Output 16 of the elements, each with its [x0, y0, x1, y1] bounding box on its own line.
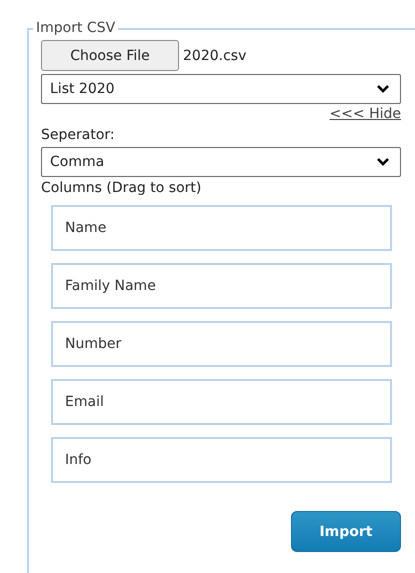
chevron-down-icon [376, 84, 390, 94]
column-item[interactable]: Info [51, 437, 392, 483]
column-item[interactable]: Email [51, 379, 392, 425]
list-select[interactable]: List 2020 [41, 74, 401, 104]
panel-legend: Import CSV [33, 19, 118, 37]
column-item[interactable]: Family Name [51, 263, 392, 309]
separator-label: Seperator: [41, 126, 116, 144]
hide-link[interactable]: <<< Hide [329, 104, 401, 124]
column-item[interactable]: Number [51, 321, 392, 367]
choose-file-button[interactable]: Choose File [41, 40, 179, 71]
file-name: 2020.csv [183, 48, 246, 64]
import-button[interactable]: Import [291, 511, 401, 552]
column-item[interactable]: Name [51, 205, 392, 251]
separator-select[interactable]: Comma [41, 147, 401, 177]
chevron-down-icon [376, 157, 390, 167]
columns-label: Columns (Drag to sort) [41, 179, 202, 197]
